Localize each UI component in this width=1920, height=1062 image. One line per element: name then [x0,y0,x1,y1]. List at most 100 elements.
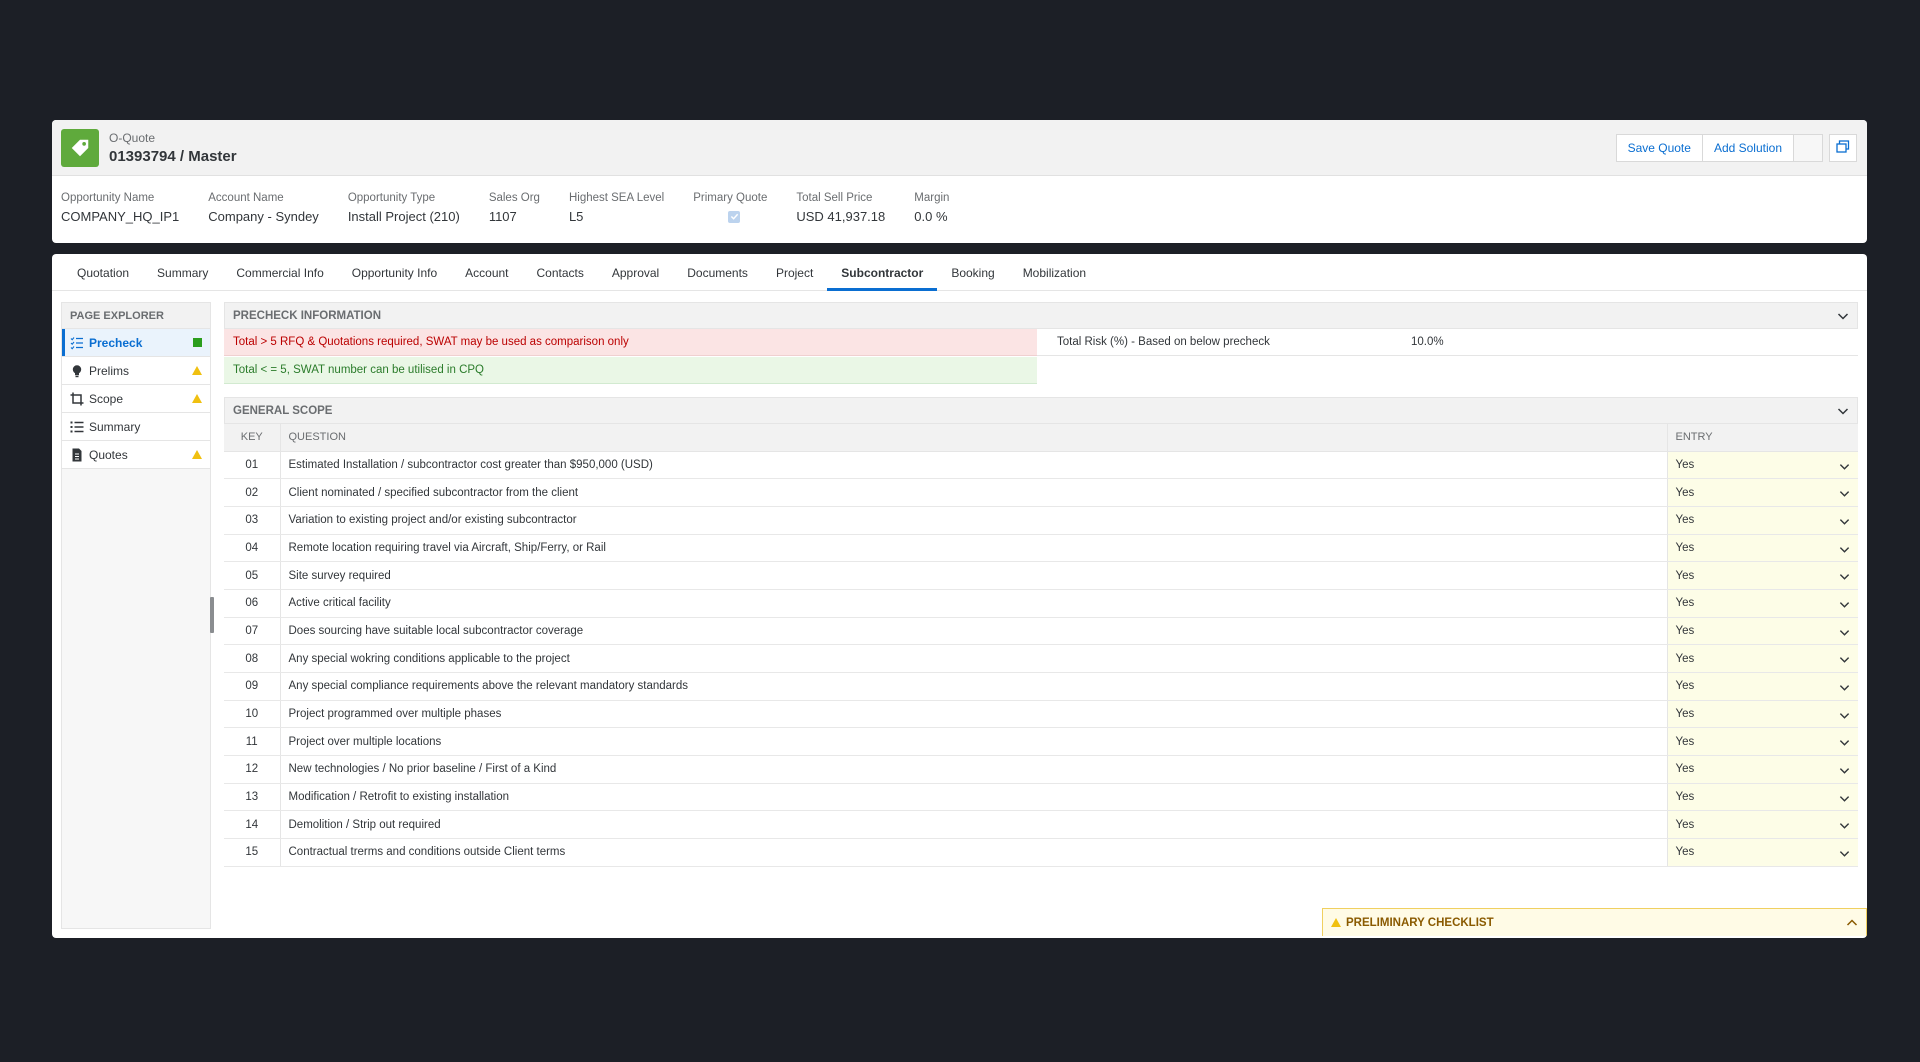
table-row: 09 Any special compliance requirements ab… [224,672,1858,701]
entry-value: Yes [1675,486,1695,499]
entry-select[interactable]: Yes [1667,810,1858,840]
main-panel: Quotation Summary Commercial Info Opport… [52,254,1867,938]
chevron-down-icon[interactable] [1839,737,1850,751]
header-actions: Save Quote Add Solution [1615,134,1857,162]
entry-select[interactable]: Yes [1667,506,1858,535]
entry-select[interactable]: Yes [1667,561,1858,590]
chevron-down-icon[interactable] [1839,544,1850,558]
row-key: 07 [224,617,281,646]
entry-select[interactable]: Yes [1667,644,1858,673]
tab-booking[interactable]: Booking [937,254,1008,290]
entry-select[interactable]: Yes [1667,672,1858,701]
list-icon [70,420,84,434]
more-actions-button[interactable] [1793,134,1823,162]
row-key: 10 [224,700,281,729]
account-name-field: Account Name Company - Syndey [208,192,319,224]
sidebar-item-quotes[interactable]: Quotes [62,441,210,469]
precheck-section-header[interactable]: PRECHECK INFORMATION [224,302,1858,329]
entry-select[interactable]: Yes [1667,755,1858,784]
entry-select[interactable]: Yes [1667,700,1858,729]
field-value: L5 [568,209,584,224]
tab-project[interactable]: Project [762,254,827,290]
chevron-down-icon[interactable] [1837,405,1849,420]
table-row: 12 New technologies / No prior baseline /… [224,755,1858,784]
sidebar-item-summary[interactable]: Summary [62,413,210,441]
field-label: Opportunity Name [61,192,155,204]
table-row: 08 Any special wokring conditions applica… [224,644,1858,673]
row-question: Demolition / Strip out required [280,810,1668,840]
tab-quotation[interactable]: Quotation [63,254,143,290]
chevron-down-icon[interactable] [1837,310,1849,325]
entry-select[interactable]: Yes [1667,589,1858,618]
chevron-down-icon[interactable] [1839,710,1850,724]
general-scope-header[interactable]: GENERAL SCOPE [224,397,1858,424]
entry-select[interactable]: Yes [1667,838,1858,867]
save-quote-button[interactable]: Save Quote [1615,134,1703,162]
chevron-down-icon[interactable] [1839,848,1850,862]
chevron-down-icon[interactable] [1839,627,1850,641]
sidebar-item-label: Precheck [89,335,143,350]
tab-approval[interactable]: Approval [598,254,673,290]
field-label: Total Sell Price [796,192,873,204]
header-fields: Opportunity Name COMPANY_HQ_IP1 Account … [52,176,1867,224]
column-header-question: QUESTION [280,424,1668,452]
chevron-down-icon[interactable] [1839,599,1850,613]
chevron-up-icon[interactable] [1846,917,1858,932]
copy-button[interactable] [1829,134,1857,162]
row-question: New technologies / No prior baseline / F… [280,755,1668,784]
entry-select[interactable]: Yes [1667,478,1858,507]
row-key: 13 [224,783,281,812]
entry-value: Yes [1675,791,1695,804]
general-scope-section: GENERAL SCOPE KEY QUESTION ENTRY 01 Estim… [224,397,1858,867]
section-title: PRECHECK INFORMATION [233,309,382,322]
tab-account[interactable]: Account [451,254,522,290]
row-question: Active critical facility [280,589,1668,618]
field-value: USD 41,937.18 [796,209,886,224]
field-value: COMPANY_HQ_IP1 [61,209,180,224]
entry-select[interactable]: Yes [1667,617,1858,646]
chevron-down-icon[interactable] [1839,654,1850,668]
row-question: Any special wokring conditions applicabl… [280,644,1668,673]
entry-select[interactable]: Yes [1667,727,1858,757]
success-message: Total < = 5, SWAT number can be utilised… [224,357,1037,384]
row-key: 15 [224,838,281,867]
sidebar-item-prelims[interactable]: Prelims [62,357,210,385]
row-key: 01 [224,451,281,480]
section-title: GENERAL SCOPE [233,404,333,417]
chevron-down-icon[interactable] [1839,461,1850,475]
row-key: 02 [224,478,281,507]
entry-select[interactable]: Yes [1667,534,1858,563]
field-value [693,209,767,224]
sidebar-item-scope[interactable]: Scope [62,385,210,413]
entry-select[interactable]: Yes [1667,451,1858,480]
sidebar-resize-handle[interactable] [210,597,214,633]
status-warning-icon [192,366,202,375]
tab-documents[interactable]: Documents [673,254,762,290]
entry-value: Yes [1675,680,1695,693]
chevron-down-icon[interactable] [1839,488,1850,502]
total-risk-label: Total Risk (%) - Based on below precheck [1057,336,1270,348]
table-row: 11 Project over multiple locations Yes [224,727,1858,757]
error-message: Total > 5 RFQ & Quotations required, SWA… [224,329,1037,356]
field-label: Sales Org [488,192,540,204]
preliminary-checklist-panel[interactable]: PRELIMINARY CHECKLIST [1322,908,1867,936]
total-sell-price-field: Total Sell Price USD 41,937.18 [796,192,885,224]
tab-opportunity-info[interactable]: Opportunity Info [338,254,451,290]
row-question: Remote location requiring travel via Air… [280,534,1668,563]
chevron-down-icon[interactable] [1839,765,1850,779]
chevron-down-icon[interactable] [1839,516,1850,530]
tab-summary[interactable]: Summary [143,254,222,290]
tab-mobilization[interactable]: Mobilization [1009,254,1100,290]
total-risk-row: Total Risk (%) - Based on below precheck… [1037,329,1858,356]
tab-contacts[interactable]: Contacts [523,254,598,290]
add-solution-button[interactable]: Add Solution [1701,134,1794,162]
chevron-down-icon[interactable] [1839,820,1850,834]
sidebar-item-precheck[interactable]: Precheck [62,329,210,357]
entry-select[interactable]: Yes [1667,783,1858,812]
chevron-down-icon[interactable] [1839,571,1850,585]
tab-commercial-info[interactable]: Commercial Info [222,254,337,290]
chevron-down-icon[interactable] [1839,682,1850,696]
tab-subcontractor[interactable]: Subcontractor [827,254,938,291]
chevron-down-icon[interactable] [1839,793,1850,807]
table-row: 06 Active critical facility Yes [224,589,1858,618]
